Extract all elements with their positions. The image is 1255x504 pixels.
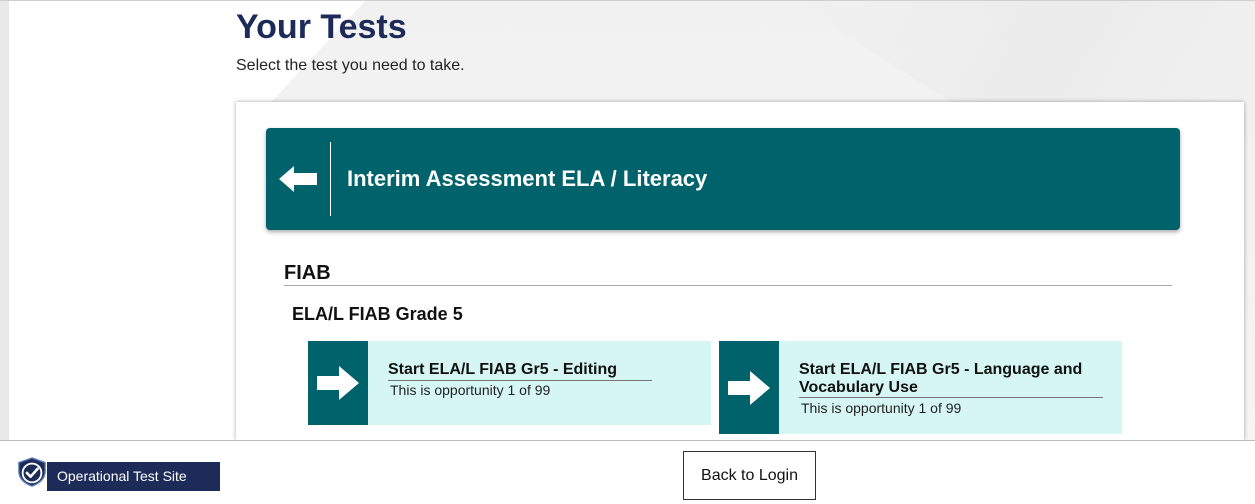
test-title: Start ELA/L FIAB Gr5 - Editing: [388, 361, 618, 378]
shield-check-icon: [18, 457, 46, 487]
test-opportunity: This is opportunity 1 of 99: [801, 400, 962, 416]
arrow-right-icon: [728, 370, 770, 405]
page-subtitle: Select the test you need to take.: [236, 57, 465, 74]
start-test-button[interactable]: [719, 341, 779, 434]
site-label: Operational Test Site: [47, 462, 220, 491]
back-button[interactable]: [266, 128, 330, 230]
test-opportunity: This is opportunity 1 of 99: [390, 382, 551, 398]
group-title: ELA/L FIAB Grade 5: [292, 304, 463, 324]
section-divider: [284, 285, 1172, 286]
assessment-title: Interim Assessment ELA / Literacy: [347, 166, 708, 191]
test-title-underline: [799, 397, 1103, 398]
test-title-underline: [388, 380, 652, 381]
banner-divider: [330, 142, 331, 216]
section-title: FIAB: [284, 262, 331, 284]
test-card-language-vocabulary[interactable]: Start ELA/L FIAB Gr5 - Language and Voca…: [719, 341, 1122, 434]
arrow-right-icon: [317, 366, 359, 400]
footer-bar: Operational Test Site Back to Login: [0, 440, 1255, 504]
assessment-banner: Interim Assessment ELA / Literacy: [266, 128, 1180, 230]
tests-panel: Interim Assessment ELA / Literacy FIAB E…: [236, 102, 1244, 440]
start-test-button[interactable]: [308, 341, 368, 425]
test-card-editing[interactable]: Start ELA/L FIAB Gr5 - Editing This is o…: [308, 341, 711, 425]
back-to-login-button[interactable]: Back to Login: [683, 451, 816, 500]
test-title: Start ELA/L FIAB Gr5 - Language and Voca…: [799, 361, 1083, 396]
arrow-left-icon: [279, 166, 317, 192]
page-title: Your Tests: [236, 8, 407, 46]
